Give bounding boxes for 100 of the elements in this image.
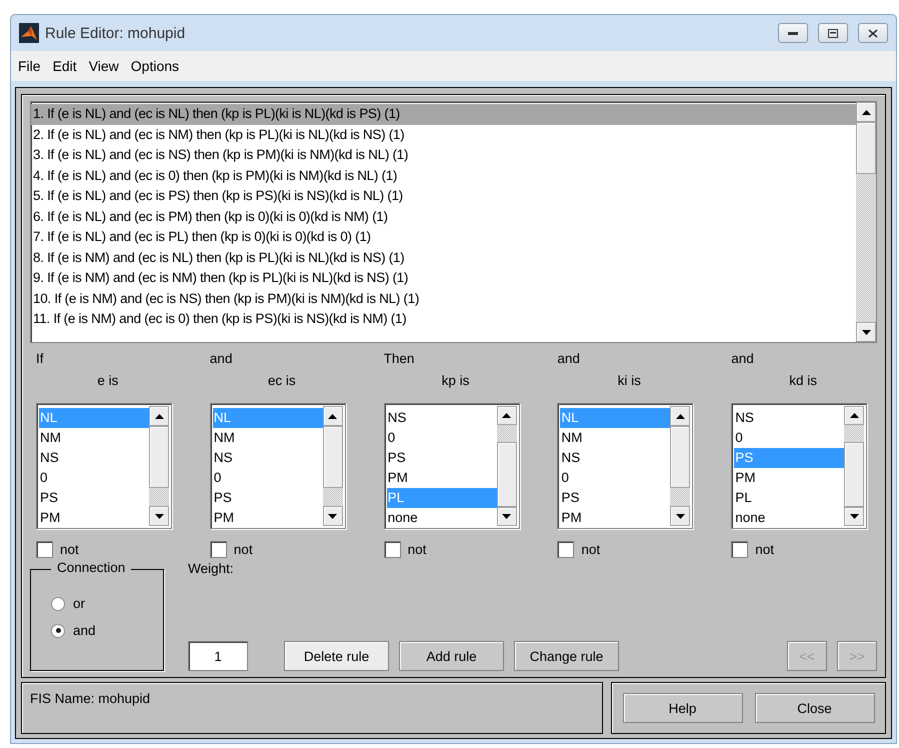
membership-list[interactable]: NL NM NS 0 PS PM (36, 403, 172, 529)
checkbox[interactable] (384, 541, 401, 558)
scroll-thumb[interactable] (856, 122, 876, 174)
close-icon (868, 28, 878, 38)
radio-label: or (73, 596, 86, 611)
list-option[interactable]: NM (39, 428, 149, 448)
list-option[interactable]: PM (39, 508, 149, 528)
list-option[interactable]: 0 (386, 428, 497, 448)
down-arrow-icon[interactable] (328, 514, 338, 518)
app-logo-icon (19, 23, 39, 43)
variable-label: kd is (789, 373, 817, 390)
footer-button[interactable]: Help (622, 693, 742, 723)
list-option[interactable]: NS (39, 448, 149, 468)
rule-item[interactable]: 2. If (e is NL) and (ec is NM) then (kp is PL)(ki is NL)(kd is NS) (1) (31, 124, 856, 145)
checkbox-label: not (60, 542, 79, 557)
variable-label: kp is (442, 373, 470, 390)
variable-label: ki is (618, 373, 641, 390)
rule-item[interactable]: 7. If (e is NL) and (ec is PL) then (kp is 0)(ki is 0)(kd is 0) (1) (31, 227, 856, 248)
checkbox[interactable] (210, 541, 227, 558)
scrollbar[interactable] (496, 406, 517, 526)
up-arrow-icon[interactable] (850, 412, 859, 418)
rule-button[interactable]: Delete rule (284, 641, 389, 671)
menu-item[interactable]: View (84, 58, 124, 74)
window-title: Rule Editor: mohupid (45, 24, 186, 42)
radio-button[interactable] (51, 624, 65, 638)
membership-list[interactable]: NL NM NS 0 PS PM (210, 403, 346, 529)
rule-item[interactable]: 4. If (e is NL) and (ec is 0) then (kp is PM)(ki is NM)(kd is NL) (1) (31, 166, 856, 186)
list-option[interactable]: PM (386, 468, 497, 488)
menu-item[interactable]: Options (126, 58, 184, 74)
list-option[interactable]: PM (734, 468, 844, 488)
list-option[interactable]: PS (212, 488, 323, 508)
menu-item[interactable]: Edit (48, 58, 82, 74)
radio-button[interactable] (51, 596, 65, 610)
list-option[interactable]: none (386, 508, 497, 528)
down-arrow-icon[interactable] (154, 514, 164, 518)
down-arrow-icon[interactable] (676, 514, 685, 518)
rule-item[interactable]: 9. If (e is NM) and (ec is NM) then (kp is PL)(ki is NL)(kd is NS) (1) (31, 268, 856, 288)
list-option[interactable]: NM (560, 428, 670, 448)
list-option[interactable]: none (734, 508, 844, 528)
list-option[interactable]: PL (734, 488, 844, 508)
scroll-thumb[interactable] (322, 426, 343, 488)
footer-button[interactable]: Close (754, 693, 874, 723)
down-arrow-icon[interactable] (850, 514, 859, 520)
scrollbar[interactable] (844, 406, 864, 526)
scroll-thumb[interactable] (844, 442, 864, 508)
minimize-button[interactable] (778, 23, 808, 43)
membership-list[interactable]: NS 0 PS PM PL none (384, 403, 520, 529)
weight-field[interactable]: 1 (188, 641, 248, 671)
scrollbar[interactable] (322, 406, 343, 526)
up-arrow-icon[interactable] (502, 412, 512, 418)
list-option[interactable]: PM (212, 508, 323, 528)
scroll-thumb[interactable] (149, 426, 169, 488)
connector-label: and (731, 351, 755, 368)
up-arrow-icon[interactable] (676, 414, 685, 418)
list-option[interactable]: PS (39, 488, 149, 508)
scroll-thumb[interactable] (496, 442, 517, 508)
checkbox[interactable] (731, 541, 748, 558)
list-option[interactable]: PS (386, 448, 497, 468)
rule-list[interactable] (30, 101, 877, 343)
scrollbar[interactable] (670, 406, 690, 526)
close-button[interactable] (858, 23, 888, 43)
list-option[interactable]: NS (212, 448, 323, 468)
maximize-icon (828, 28, 838, 38)
list-option[interactable]: 0 (212, 468, 323, 488)
up-arrow-icon[interactable] (328, 414, 338, 418)
maximize-button[interactable] (818, 23, 848, 43)
rule-item[interactable]: 1. If (e is NL) and (ec is NL) then (kp is PL)(ki is NL)(kd is PS) (1) (31, 104, 856, 124)
rule-item[interactable]: 10. If (e is NM) and (ec is NS) then (kp is PM)(ki is NM)(kd is NL) (1) (31, 288, 856, 309)
list-option[interactable]: PS (560, 488, 670, 508)
list-option[interactable]: 0 (39, 468, 149, 488)
list-option[interactable]: NM (212, 428, 323, 448)
list-option[interactable]: PM (560, 508, 670, 528)
checkbox[interactable] (36, 541, 53, 558)
down-arrow-icon[interactable] (862, 330, 870, 334)
variable-label: e is (97, 373, 118, 390)
down-arrow-icon[interactable] (502, 514, 512, 520)
rule-item[interactable]: 3. If (e is NL) and (ec is NS) then (kp is PM)(ki is NM)(kd is NL) (1) (31, 145, 856, 166)
membership-list[interactable]: NL NM NS 0 PS PM (557, 403, 694, 529)
rule-item[interactable]: 11. If (e is NM) and (ec is 0) then (kp is PS)(ki is NS)(kd is NM) (1) (31, 309, 856, 330)
up-arrow-icon[interactable] (154, 414, 164, 418)
list-option[interactable]: 0 (734, 428, 844, 448)
rule-button[interactable]: Change rule (514, 641, 619, 671)
rule-item[interactable]: 8. If (e is NM) and (ec is NL) then (kp is PL)(ki is NL)(kd is NS) (1) (31, 248, 856, 268)
rule-button[interactable]: Add rule (399, 641, 504, 671)
checkbox-label: not (755, 542, 774, 557)
scroll-thumb[interactable] (670, 426, 690, 488)
menu-item[interactable]: File (13, 58, 46, 74)
membership-list[interactable]: NS 0 PS PM PL none (731, 403, 868, 529)
scrollbar[interactable] (856, 102, 876, 342)
scrollbar[interactable] (149, 406, 169, 526)
checkbox[interactable] (557, 541, 574, 558)
list-option[interactable]: NS (734, 408, 844, 428)
list-option[interactable]: NS (386, 408, 497, 428)
rule-item[interactable]: 5. If (e is NL) and (ec is PS) then (kp is PS)(ki is NS)(kd is NL) (1) (31, 186, 856, 206)
connector-label: and (210, 351, 234, 368)
up-arrow-icon[interactable] (862, 110, 870, 114)
list-option[interactable]: NS (560, 448, 670, 468)
rule-item[interactable]: 6. If (e is NL) and (ec is PM) then (kp is 0)(ki is 0)(kd is NM) (1) (31, 206, 856, 227)
connector-label: and (557, 351, 581, 368)
list-option[interactable]: 0 (560, 468, 670, 488)
